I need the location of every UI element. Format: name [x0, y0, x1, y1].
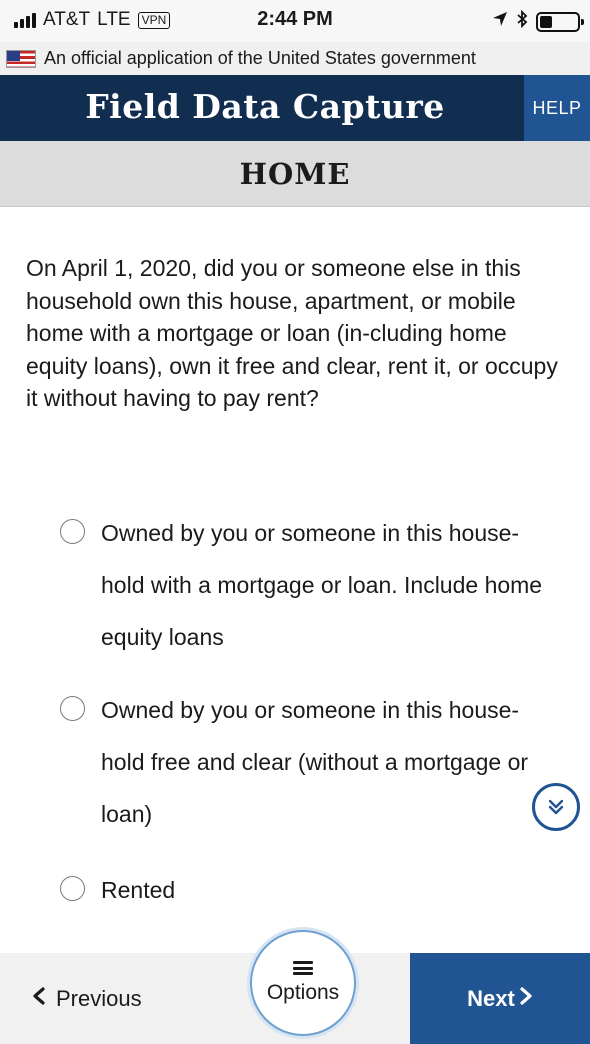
chevron-left-icon: [32, 986, 46, 1011]
options-label: Options: [266, 981, 340, 1004]
option-owned-free-clear[interactable]: Owned by you or someone in this house-ho…: [60, 684, 560, 840]
radio-button[interactable]: [60, 519, 85, 544]
option-owned-mortgage[interactable]: Owned by you or someone in this house-ho…: [60, 507, 560, 663]
section-title: HOME: [0, 141, 590, 207]
help-button[interactable]: HELP: [524, 75, 590, 141]
radio-button[interactable]: [60, 696, 85, 721]
gov-banner: An official application of the United St…: [0, 42, 590, 75]
next-label: Next: [467, 985, 515, 1011]
scroll-down-button[interactable]: [532, 783, 580, 831]
status-bar: AT&T LTE VPN 2:44 PM: [0, 0, 590, 42]
previous-button[interactable]: Previous: [0, 953, 250, 1044]
status-right: [492, 9, 584, 34]
us-flag-icon: [6, 49, 36, 68]
chevron-right-icon: [519, 986, 533, 1011]
location-arrow-icon: [492, 11, 508, 33]
next-button[interactable]: Next: [410, 953, 590, 1044]
option-rented[interactable]: Rented: [60, 864, 560, 916]
app-header: Field Data Capture HELP: [0, 75, 590, 141]
question-text: On April 1, 2020, did you or someone els…: [26, 255, 558, 411]
gov-banner-text: An official application of the United St…: [44, 48, 476, 68]
app-title: Field Data Capture: [85, 87, 445, 126]
option-label: Rented: [101, 877, 176, 903]
bluetooth-icon: [516, 9, 528, 34]
menu-icon: [293, 961, 313, 975]
double-chevron-down-icon: [548, 799, 564, 815]
previous-label: Previous: [56, 985, 142, 1011]
radio-button[interactable]: [60, 876, 85, 901]
option-label: Owned by you or someone in this house-ho…: [101, 520, 543, 650]
options-button[interactable]: Options: [250, 930, 356, 1036]
option-label: Owned by you or someone in this house-ho…: [101, 697, 529, 827]
battery-icon: [536, 12, 584, 32]
